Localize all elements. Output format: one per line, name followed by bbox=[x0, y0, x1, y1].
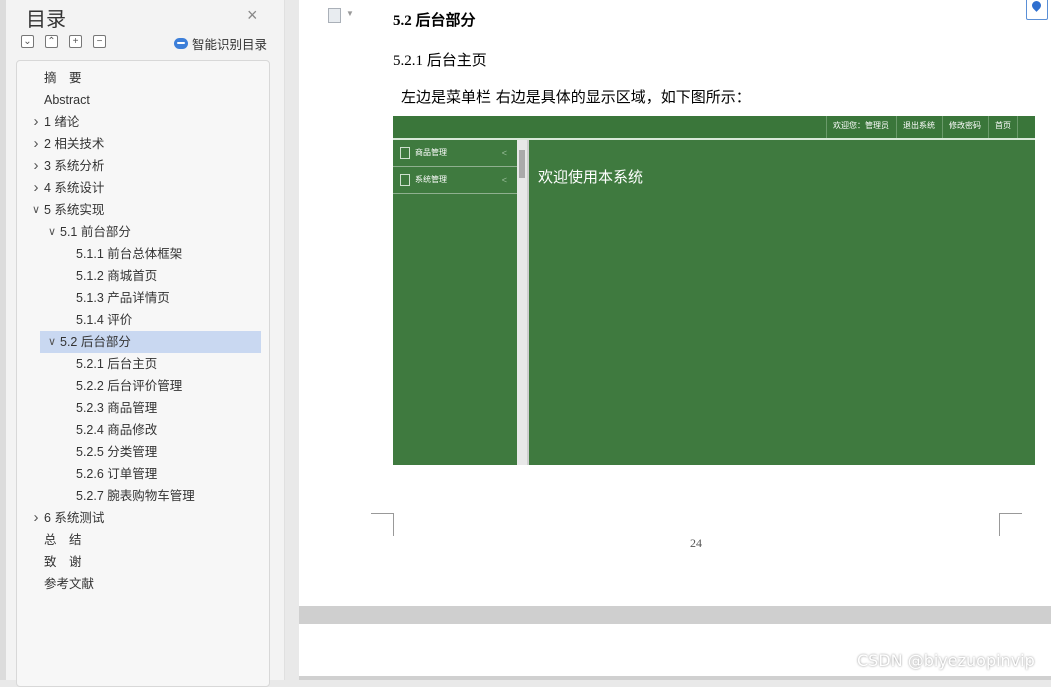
collapse-all-icon[interactable]: ⌄ bbox=[21, 35, 34, 48]
toc-item-label: 5.2.7 腕表购物车管理 bbox=[76, 489, 195, 503]
page-number: 24 bbox=[690, 536, 702, 550]
chevron-down-icon[interactable]: ∨ bbox=[46, 331, 58, 353]
toc-item-label: 5.1.2 商城首页 bbox=[76, 269, 158, 283]
toc-list: 摘 要 Abstract › 1 绪论 › 2 相关技术 › 3 系统分析 › 4 系统设计 ∨ 5 … bbox=[16, 60, 270, 687]
toc-item-label: 摘 要 bbox=[44, 71, 82, 85]
change-password-link: 修改密码 bbox=[942, 116, 987, 138]
scrollbar-thumb bbox=[519, 150, 525, 178]
toc-item[interactable]: 5.2.5 分类管理 bbox=[17, 441, 267, 463]
toc-item[interactable]: 5.2.4 商品修改 bbox=[17, 419, 267, 441]
subsection-heading: 5.2.1 后台主页 bbox=[393, 53, 487, 69]
home-link: 首页 bbox=[988, 116, 1018, 138]
toc-item-label: 5 系统实现 bbox=[44, 203, 105, 217]
add-heading-icon[interactable]: + bbox=[69, 35, 82, 48]
location-icon[interactable] bbox=[1026, 0, 1048, 20]
chevron-right-icon[interactable]: › bbox=[30, 133, 42, 155]
menu-label: 商品管理 bbox=[415, 148, 447, 157]
menu-item-system: 系统管理 < bbox=[393, 167, 517, 194]
toc-item-label: 2 相关技术 bbox=[44, 137, 105, 151]
toc-item-label: 1 绪论 bbox=[44, 115, 80, 129]
toc-item[interactable]: › 1 绪论 bbox=[17, 111, 267, 133]
watermark: CSDN @biyezuopinvip bbox=[857, 651, 1035, 670]
toc-item-label: 5.1.3 产品详情页 bbox=[76, 291, 170, 305]
chevron-down-icon[interactable]: ▼ bbox=[346, 9, 354, 18]
toc-item-label: 5.1.1 前台总体框架 bbox=[76, 247, 183, 261]
toc-item[interactable]: ∨ 5.1 前台部分 bbox=[17, 221, 267, 243]
document-icon bbox=[400, 147, 410, 159]
next-page-edge bbox=[299, 676, 1051, 680]
toc-item[interactable]: 5.1.3 产品详情页 bbox=[17, 287, 267, 309]
chevron-left-icon: < bbox=[501, 175, 507, 185]
toc-item-label: 5.2.1 后台主页 bbox=[76, 357, 158, 371]
toc-item[interactable]: 5.2.7 腕表购物车管理 bbox=[17, 485, 267, 507]
chevron-down-icon[interactable]: ∨ bbox=[30, 199, 42, 221]
expand-all-icon[interactable]: ⌃ bbox=[45, 35, 58, 48]
toc-item[interactable]: › 3 系统分析 bbox=[17, 155, 267, 177]
document-icon bbox=[400, 174, 410, 186]
toc-item[interactable]: 5.1.2 商城首页 bbox=[17, 265, 267, 287]
toc-item-label: Abstract bbox=[44, 93, 90, 107]
logout-link: 退出系统 bbox=[896, 116, 941, 138]
toc-panel: 目录 × ⌄ ⌃ + − 智能识别目录 摘 要 Abstract › 1 绪论 › 2 相… bbox=[0, 0, 285, 687]
toc-item[interactable]: 摘 要 bbox=[17, 67, 267, 89]
toc-item-label: 5.2 后台部分 bbox=[60, 335, 131, 349]
toc-item[interactable]: 5.2.1 后台主页 bbox=[17, 353, 267, 375]
chevron-right-icon[interactable]: › bbox=[30, 177, 42, 199]
toc-item-label: 5.2.4 商品修改 bbox=[76, 423, 158, 437]
welcome-text: 欢迎使用本系统 bbox=[538, 169, 644, 186]
toc-item[interactable]: 5.2.2 后台评价管理 bbox=[17, 375, 267, 397]
toc-item[interactable]: › 6 系统测试 bbox=[17, 507, 267, 529]
page-corner-mark bbox=[999, 513, 1022, 536]
toc-title: 目录 bbox=[26, 9, 66, 31]
toc-item-label: 总 结 bbox=[44, 533, 82, 547]
toc-item[interactable]: › 2 相关技术 bbox=[17, 133, 267, 155]
menu-item-goods: 商品管理 < bbox=[393, 140, 517, 167]
chevron-down-icon[interactable]: ∨ bbox=[46, 221, 58, 243]
toc-item-label: 参考文献 bbox=[44, 577, 95, 591]
smart-recognize-icon bbox=[174, 38, 188, 49]
screenshot-scrollbar bbox=[517, 140, 527, 465]
toc-item[interactable]: 5.1.4 评价 bbox=[17, 309, 267, 331]
toc-item[interactable]: 5.2.3 商品管理 bbox=[17, 397, 267, 419]
toc-item-label: 5.2.5 分类管理 bbox=[76, 445, 158, 459]
menu-label: 系统管理 bbox=[415, 175, 447, 184]
toc-item-label: 5.2.6 订单管理 bbox=[76, 467, 158, 481]
welcome-user-text: 欢迎您：管理员 bbox=[826, 116, 895, 138]
toc-item-label: 4 系统设计 bbox=[44, 181, 105, 195]
chevron-right-icon[interactable]: › bbox=[30, 155, 42, 177]
toc-item[interactable]: › 4 系统设计 bbox=[17, 177, 267, 199]
embedded-screenshot: 欢迎您：管理员 退出系统 修改密码 首页 商品管理 < 系统管理 < 欢迎使用本… bbox=[393, 116, 1035, 465]
toc-item[interactable]: ∨ 5 系统实现 bbox=[17, 199, 267, 221]
section-heading: 5.2 后台部分 bbox=[393, 13, 476, 29]
smart-recognize-label: 智能识别目录 bbox=[192, 38, 268, 52]
remove-heading-icon[interactable]: − bbox=[93, 35, 106, 48]
chevron-right-icon[interactable]: › bbox=[30, 507, 42, 529]
document-icon[interactable] bbox=[328, 8, 341, 23]
toc-item-label: 5.1.4 评价 bbox=[76, 313, 133, 327]
toc-item-label: 5.2.2 后台评价管理 bbox=[76, 379, 183, 393]
panel-edge bbox=[0, 0, 6, 680]
chevron-right-icon[interactable]: › bbox=[30, 111, 42, 133]
toc-item-label: 3 系统分析 bbox=[44, 159, 105, 173]
screenshot-content: 欢迎使用本系统 bbox=[529, 140, 1035, 465]
toc-item[interactable]: Abstract bbox=[17, 89, 267, 111]
toc-item-label: 6 系统测试 bbox=[44, 511, 105, 525]
page-corner-mark bbox=[371, 513, 394, 536]
smart-recognize-button[interactable]: 智能识别目录 bbox=[174, 34, 267, 53]
toc-item-label: 致 谢 bbox=[44, 555, 82, 569]
toc-item[interactable]: 5.2.6 订单管理 bbox=[17, 463, 267, 485]
body-paragraph: 左边是菜单栏 右边是具体的显示区域，如下图所示： bbox=[401, 88, 751, 106]
toc-item-label: 5.1 前台部分 bbox=[60, 225, 131, 239]
screenshot-topbar: 欢迎您：管理员 退出系统 修改密码 首页 bbox=[393, 116, 1035, 140]
toc-item[interactable]: 致 谢 bbox=[17, 551, 267, 573]
close-icon[interactable]: × bbox=[247, 5, 258, 26]
screenshot-sidebar: 商品管理 < 系统管理 < bbox=[393, 140, 517, 465]
toc-item-label: 5.2.3 商品管理 bbox=[76, 401, 158, 415]
toc-item[interactable]: ∨ 5.2 后台部分 bbox=[17, 331, 267, 353]
toc-item[interactable]: 总 结 bbox=[17, 529, 267, 551]
page-separator bbox=[299, 606, 1051, 624]
toc-item[interactable]: 参考文献 bbox=[17, 573, 267, 595]
toc-item[interactable]: 5.1.1 前台总体框架 bbox=[17, 243, 267, 265]
chevron-left-icon: < bbox=[501, 148, 507, 158]
